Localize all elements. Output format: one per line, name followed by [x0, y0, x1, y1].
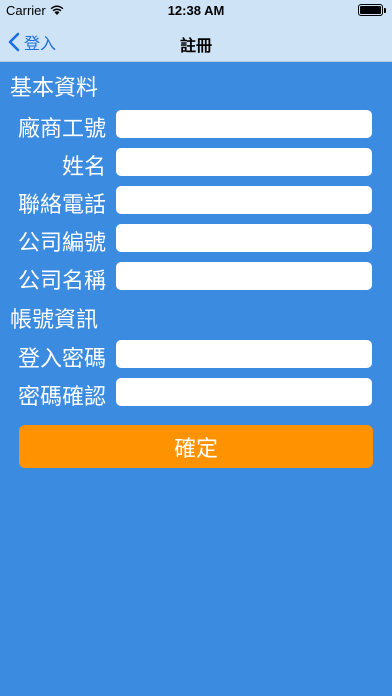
section-title-account-info: 帳號資訊 — [10, 308, 99, 333]
navigation-bar: 登入 註冊 — [0, 22, 392, 62]
section-title-basic-info: 基本資料 — [10, 76, 99, 101]
label-phone: 聯絡電話 — [17, 193, 106, 218]
label-company-id: 公司編號 — [17, 231, 106, 256]
page-title: 註冊 — [179, 36, 212, 55]
confirm-button[interactable]: 確定 — [19, 425, 373, 468]
company-name-field[interactable] — [116, 262, 372, 290]
battery-icon — [358, 4, 383, 16]
password-confirm-field[interactable] — [116, 378, 372, 406]
label-password: 登入密碼 — [17, 347, 106, 372]
label-company-name: 公司名稱 — [17, 269, 106, 294]
status-time: 12:38 AM — [167, 3, 225, 18]
phone-field[interactable] — [116, 186, 372, 214]
battery-tip — [384, 7, 386, 13]
label-name: 姓名 — [61, 155, 106, 180]
vendor-id-field[interactable] — [116, 110, 372, 138]
status-bar: Carrier 12:38 AM — [0, 0, 392, 22]
label-password-confirm: 密碼確認 — [17, 385, 106, 410]
company-id-field[interactable] — [116, 224, 372, 252]
battery-fill — [360, 6, 381, 14]
label-vendor-id: 廠商工號 — [17, 117, 106, 142]
password-field[interactable] — [116, 340, 372, 368]
battery-indicator — [358, 4, 386, 16]
name-field[interactable] — [116, 148, 372, 176]
